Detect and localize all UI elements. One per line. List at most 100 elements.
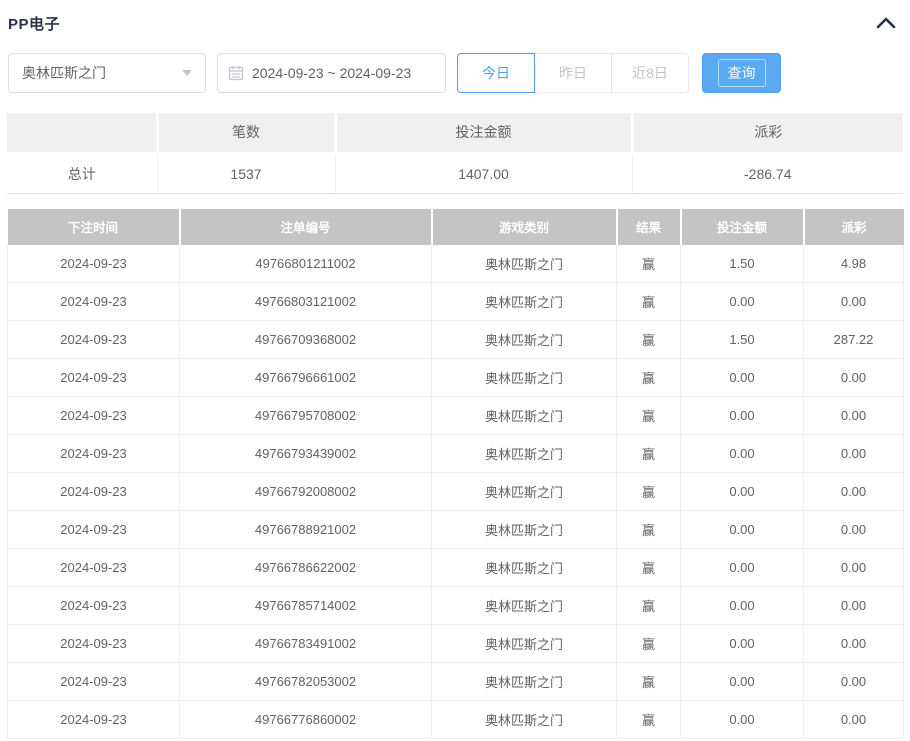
table-row: 2024-09-2349766795708002奥林匹斯之门赢0.000.00 — [8, 397, 904, 435]
table-cell: 赢 — [617, 511, 681, 549]
summary-row: 总计 1537 1407.00 -286.74 — [7, 153, 903, 193]
quick-button-today[interactable]: 今日 — [457, 53, 535, 93]
table-row: 2024-09-2349766783491002奥林匹斯之门赢0.000.00 — [8, 625, 904, 663]
table-cell: 1.50 — [681, 321, 804, 359]
table-cell: 奥林匹斯之门 — [432, 359, 617, 397]
game-select-value: 奥林匹斯之门 — [22, 63, 106, 83]
table-cell: 2024-09-23 — [8, 587, 180, 625]
table-cell: 49766803121002 — [180, 283, 432, 321]
table-cell: 0.00 — [681, 549, 804, 587]
table-row: 2024-09-2349766786622002奥林匹斯之门赢0.000.00 — [8, 549, 904, 587]
table-cell: 奥林匹斯之门 — [432, 663, 617, 701]
summary-table: 笔数 投注金额 派彩 总计 1537 1407.00 -286.74 — [7, 113, 903, 194]
table-cell: 0.00 — [681, 625, 804, 663]
summary-header-count: 笔数 — [157, 113, 335, 153]
summary-total-count: 1537 — [157, 153, 335, 193]
table-row: 2024-09-2349766796661002奥林匹斯之门赢0.000.00 — [8, 359, 904, 397]
table-cell: 2024-09-23 — [8, 435, 180, 473]
table-cell: 0.00 — [804, 587, 904, 625]
table-cell: 2024-09-23 — [8, 397, 180, 435]
table-cell: 49766709368002 — [180, 321, 432, 359]
chevron-down-icon — [182, 70, 192, 76]
table-cell: 0.00 — [804, 511, 904, 549]
table-cell: 奥林匹斯之门 — [432, 625, 617, 663]
collapse-button[interactable] — [876, 16, 896, 30]
table-cell: 49766795708002 — [180, 397, 432, 435]
summary-header-payout: 派彩 — [632, 113, 903, 153]
summary-total-payout: -286.74 — [632, 153, 903, 193]
table-cell: 赢 — [617, 359, 681, 397]
summary-total-label: 总计 — [7, 153, 157, 193]
table-cell: 49766796661002 — [180, 359, 432, 397]
table-cell: 49766783491002 — [180, 625, 432, 663]
records-table: 下注时间注单编号游戏类别结果投注金额派彩 2024-09-23497668012… — [7, 209, 904, 740]
table-cell: 赢 — [617, 435, 681, 473]
table-cell: 0.00 — [804, 473, 904, 511]
records-header-cell: 注单编号 — [180, 209, 432, 245]
table-cell: 0.00 — [804, 359, 904, 397]
table-cell: 2024-09-23 — [8, 245, 180, 283]
quick-button-last8days[interactable]: 近8日 — [611, 53, 689, 93]
table-cell: 奥林匹斯之门 — [432, 435, 617, 473]
table-cell: 赢 — [617, 549, 681, 587]
table-cell: 0.00 — [681, 663, 804, 701]
records-header-cell: 派彩 — [804, 209, 904, 245]
quick-button-yesterday-label: 昨日 — [559, 63, 587, 83]
table-cell: 奥林匹斯之门 — [432, 701, 617, 739]
table-cell: 4.98 — [804, 245, 904, 283]
query-button[interactable]: 查询 — [702, 53, 781, 93]
table-cell: 2024-09-23 — [8, 663, 180, 701]
pp-electronic-panel: PP电子 奥林匹斯之门 2024-09-23 ~ 2024-09-23 — [0, 0, 910, 741]
date-range-input[interactable]: 2024-09-23 ~ 2024-09-23 — [217, 53, 446, 93]
records-header-cell: 投注金额 — [681, 209, 804, 245]
table-cell: 奥林匹斯之门 — [432, 245, 617, 283]
table-cell: 赢 — [617, 701, 681, 739]
table-cell: 49766788921002 — [180, 511, 432, 549]
table-row: 2024-09-2349766801211002奥林匹斯之门赢1.504.98 — [8, 245, 904, 283]
table-cell: 49766792008002 — [180, 473, 432, 511]
table-cell: 49766801211002 — [180, 245, 432, 283]
quick-button-yesterday[interactable]: 昨日 — [534, 53, 612, 93]
table-cell: 奥林匹斯之门 — [432, 587, 617, 625]
calendar-icon — [228, 65, 244, 81]
table-cell: 0.00 — [804, 701, 904, 739]
table-cell: 奥林匹斯之门 — [432, 321, 617, 359]
table-cell: 2024-09-23 — [8, 283, 180, 321]
table-cell: 287.22 — [804, 321, 904, 359]
table-cell: 2024-09-23 — [8, 511, 180, 549]
table-row: 2024-09-2349766785714002奥林匹斯之门赢0.000.00 — [8, 587, 904, 625]
table-cell: 0.00 — [804, 435, 904, 473]
table-row: 2024-09-2349766782053002奥林匹斯之门赢0.000.00 — [8, 663, 904, 701]
game-select[interactable]: 奥林匹斯之门 — [8, 53, 206, 93]
table-row: 2024-09-2349766776860002奥林匹斯之门赢0.000.00 — [8, 701, 904, 739]
table-row: 2024-09-2349766792008002奥林匹斯之门赢0.000.00 — [8, 473, 904, 511]
summary-total-bet-amount: 1407.00 — [335, 153, 632, 193]
table-cell: 0.00 — [804, 663, 904, 701]
table-cell: 奥林匹斯之门 — [432, 283, 617, 321]
records-header-cell: 结果 — [617, 209, 681, 245]
summary-header-row: 笔数 投注金额 派彩 — [7, 113, 903, 153]
table-cell: 49766786622002 — [180, 549, 432, 587]
table-cell: 赢 — [617, 283, 681, 321]
table-cell: 49766782053002 — [180, 663, 432, 701]
date-range-value: 2024-09-23 ~ 2024-09-23 — [252, 65, 411, 81]
chevron-up-icon — [876, 16, 896, 30]
table-cell: 赢 — [617, 473, 681, 511]
date-quick-group: 今日 昨日 近8日 — [457, 53, 689, 93]
quick-button-today-label: 今日 — [482, 63, 510, 83]
query-button-label: 查询 — [718, 59, 766, 87]
table-cell: 2024-09-23 — [8, 359, 180, 397]
table-cell: 0.00 — [804, 625, 904, 663]
table-cell: 0.00 — [681, 701, 804, 739]
table-cell: 0.00 — [681, 435, 804, 473]
summary-header-empty — [7, 113, 157, 153]
table-cell: 0.00 — [681, 587, 804, 625]
table-cell: 49766776860002 — [180, 701, 432, 739]
records-header-cell: 游戏类别 — [432, 209, 617, 245]
table-cell: 0.00 — [681, 511, 804, 549]
records-body: 2024-09-2349766801211002奥林匹斯之门赢1.504.982… — [8, 245, 904, 739]
table-cell: 赢 — [617, 397, 681, 435]
quick-button-last8days-label: 近8日 — [632, 63, 668, 83]
table-cell: 0.00 — [804, 283, 904, 321]
filter-bar: 奥林匹斯之门 2024-09-23 ~ 2024-09-23 今日 昨日 近 — [8, 53, 902, 93]
